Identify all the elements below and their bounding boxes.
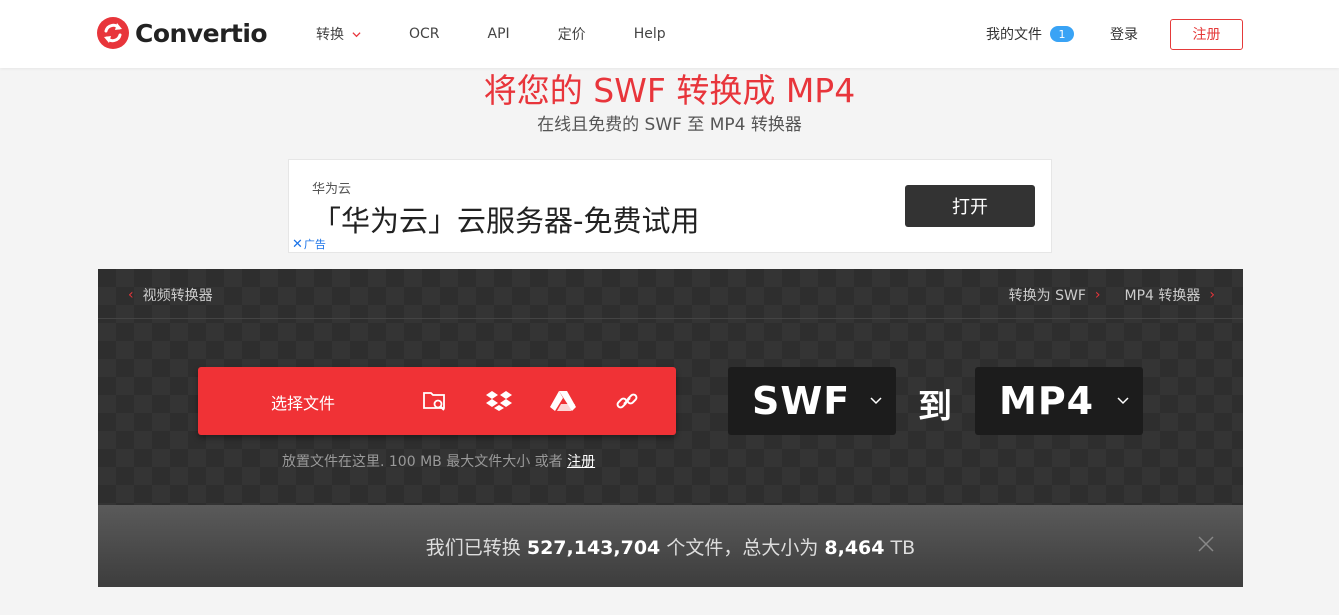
nav-item-label: 定价 [557,27,586,43]
stats-file-count: 527,143,704 [526,537,661,559]
login-link[interactable]: 登录 [1110,24,1138,44]
choose-files-bar: 选择文件 [198,367,676,435]
related-links: 转换为 SWF › MP4 转换器 › [985,285,1215,305]
main-nav: 转换 OCR API 定价 Help [316,0,714,68]
nav-item-convert[interactable]: 转换 [316,24,361,44]
chevron-down-icon [352,31,361,37]
top-header: Convertio 转换 OCR API 定价 Help 我的文件 1 登录 注… [0,0,1339,68]
stats-unit: TB [890,537,916,559]
ad-close-icon[interactable]: ✕ [292,237,303,252]
nav-item-pricing[interactable]: 定价 [558,24,586,44]
chevron-down-icon [870,397,882,405]
chevron-left-icon: ‹ [128,287,134,303]
link-label: 转换为 SWF [1008,288,1086,304]
ad-banner[interactable]: 华为云 「华为云」云服务器-免费试用 打开 ✕ 广告 [288,159,1052,253]
nav-item-label: OCR [409,26,440,42]
to-label: 到 [918,387,952,427]
choose-files-button[interactable]: 选择文件 [271,390,335,414]
signup-button[interactable]: 注册 [1170,18,1243,50]
nav-item-label: 转换 [316,27,344,43]
my-files-link[interactable]: 我的文件 1 [986,24,1074,44]
google-drive-icon[interactable] [548,386,578,416]
nav-item-api[interactable]: API [488,26,510,42]
target-format-select[interactable]: MP4 [975,367,1143,435]
source-format-value: SWF [752,379,851,423]
page-title: 将您的 SWF 转换成 MP4 [483,71,856,110]
link-mp4-converter[interactable]: MP4 转换器 › [1125,285,1216,305]
ad-brand: 华为云 [312,182,352,197]
account-nav: 我的文件 1 登录 注册 [986,0,1243,68]
logo-text: Convertio [135,18,268,48]
logo[interactable]: Convertio [97,17,268,49]
ad-headline[interactable]: 「华为云」云服务器-免费试用 [312,198,699,240]
link-label: MP4 转换器 [1124,288,1201,304]
link-icon[interactable] [612,386,642,416]
close-icon[interactable] [1197,535,1215,553]
source-format-select[interactable]: SWF [728,367,896,435]
nav-item-label: Help [633,26,666,42]
stats-text: 我们已转换 527,143,704 个文件，总大小为 8,464 TB [98,533,1243,560]
stats-bar: 我们已转换 527,143,704 个文件，总大小为 8,464 TB [98,505,1243,587]
drop-hint: 放置文件在这里. 100 MB 最大文件大小 或者 注册 [282,451,595,471]
drop-hint-signup-link[interactable]: 注册 [567,454,595,470]
drop-hint-text: 放置文件在这里. 100 MB 最大文件大小 或者 [282,454,563,470]
stats-middle: 个文件，总大小为 [666,537,819,559]
chevron-right-icon: › [1094,287,1101,303]
breadcrumb-video-converter[interactable]: ‹ 视频转换器 [128,285,213,305]
link-convert-to-swf[interactable]: 转换为 SWF › [1009,285,1101,305]
ad-open-button[interactable]: 打开 [905,185,1035,227]
folder-search-icon[interactable] [420,386,450,416]
ad-label: 广告 [303,238,326,251]
nav-item-ocr[interactable]: OCR [409,26,440,42]
stats-total-size: 8,464 [824,537,885,559]
converter-panel: ‹ 视频转换器 转换为 SWF › MP4 转换器 › 选择文件 放置文件在这里… [98,269,1243,505]
convertio-logo-icon [97,17,129,49]
nav-item-help[interactable]: Help [634,26,666,42]
target-format-value: MP4 [999,379,1095,423]
my-files-label: 我的文件 [986,27,1042,43]
file-count-badge: 1 [1050,26,1074,42]
ad-choices[interactable]: ✕ 广告 [292,236,326,252]
chevron-down-icon [1117,397,1129,405]
converter-breadcrumbs: ‹ 视频转换器 转换为 SWF › MP4 转换器 › [98,269,1243,319]
stats-prefix: 我们已转换 [425,537,521,559]
nav-item-label: API [487,26,510,42]
dropbox-icon[interactable] [484,386,514,416]
breadcrumb-label: 视频转换器 [142,288,213,304]
page-subtitle: 在线且免费的 SWF 至 MP4 转换器 [537,115,802,135]
chevron-right-icon: › [1209,287,1215,303]
